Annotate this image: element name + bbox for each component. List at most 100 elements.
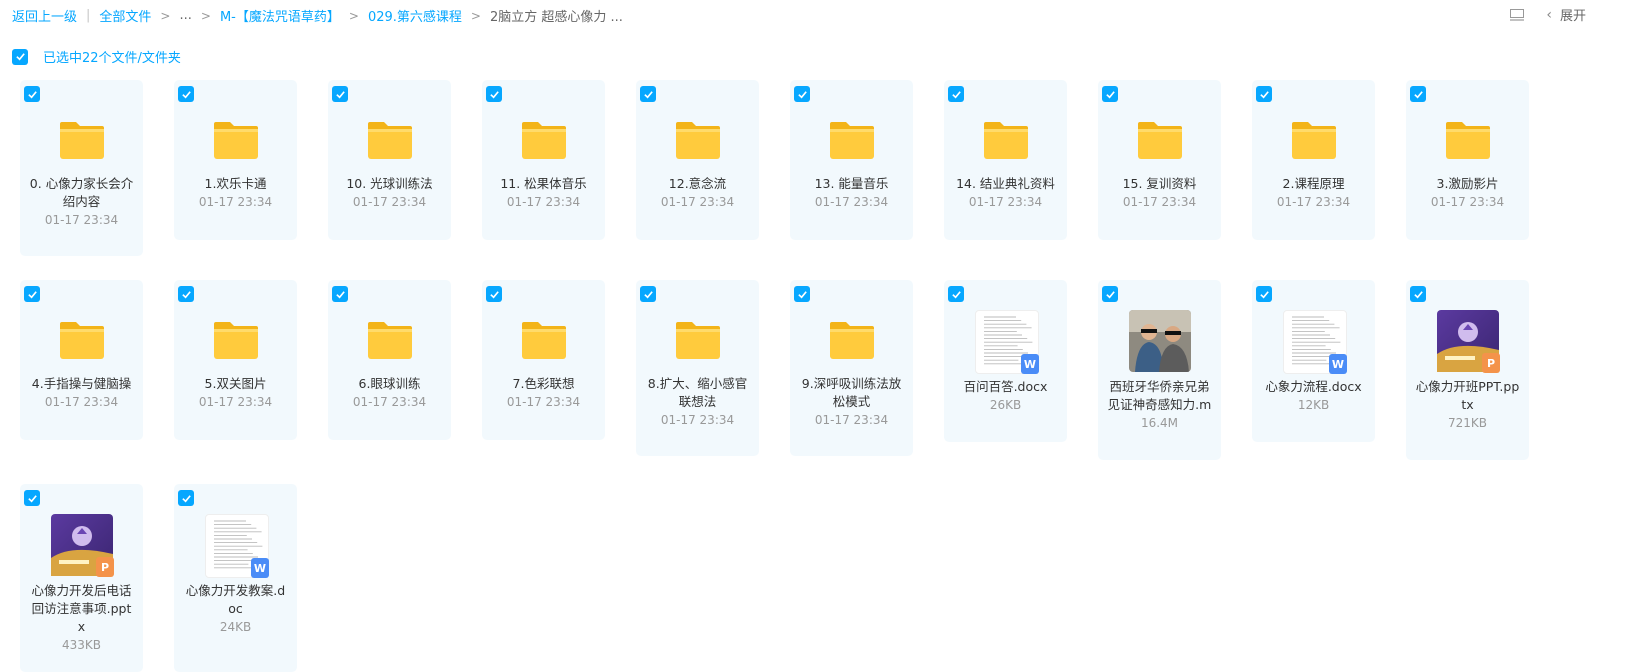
file-name[interactable]: 9.深呼吸训练法放松模式 xyxy=(798,375,905,411)
file-card[interactable]: 15. 复训资料 01-17 23:34 xyxy=(1098,80,1221,240)
file-card[interactable]: P 心像力开发后电话回访注意事项.pptx 433KB xyxy=(20,484,143,672)
item-checkbox[interactable] xyxy=(794,286,810,302)
item-checkbox[interactable] xyxy=(178,490,194,506)
file-meta: 721KB xyxy=(1447,416,1487,430)
item-checkbox[interactable] xyxy=(1410,86,1426,102)
file-card[interactable]: 12.意念流 01-17 23:34 xyxy=(636,80,759,240)
file-name[interactable]: 0. 心像力家长会介绍内容 xyxy=(28,175,135,211)
file-name[interactable]: 6.眼球训练 xyxy=(336,375,443,393)
file-card[interactable]: 8.扩大、缩小感官联想法 01-17 23:34 xyxy=(636,280,759,456)
item-checkbox[interactable] xyxy=(1410,286,1426,302)
file-name[interactable]: 12.意念流 xyxy=(644,175,751,193)
file-name[interactable]: 15. 复训资料 xyxy=(1106,175,1213,193)
list-view-icon[interactable] xyxy=(1510,8,1525,21)
breadcrumb-divider: | xyxy=(86,8,91,23)
file-name[interactable]: 西班牙华侨亲兄弟见证神奇感知力.m xyxy=(1106,378,1213,414)
item-checkbox[interactable] xyxy=(486,86,502,102)
file-card[interactable]: P 心像力开班PPT.pptx 721KB xyxy=(1406,280,1529,460)
item-checkbox[interactable] xyxy=(948,286,964,302)
item-checkbox[interactable] xyxy=(332,86,348,102)
document-thumbnail: W xyxy=(1283,310,1347,374)
item-checkbox[interactable] xyxy=(948,86,964,102)
file-card[interactable]: 10. 光球训练法 01-17 23:34 xyxy=(328,80,451,240)
folder-icon xyxy=(1446,122,1490,159)
word-file-icon: W xyxy=(251,558,269,578)
item-checkbox[interactable] xyxy=(1256,286,1272,302)
expand-button[interactable]: 展开 xyxy=(1560,5,1586,24)
file-name[interactable]: 百问百答.docx xyxy=(952,378,1059,396)
file-card[interactable]: 9.深呼吸训练法放松模式 01-17 23:34 xyxy=(790,280,913,456)
file-card[interactable]: W 心象力流程.docx 12KB xyxy=(1252,280,1375,442)
item-checkbox[interactable] xyxy=(1102,86,1118,102)
file-meta: 01-17 23:34 xyxy=(198,195,273,209)
file-name[interactable]: 11. 松果体音乐 xyxy=(490,175,597,193)
breadcrumb-item-1[interactable]: M-【魔法咒语草药】 xyxy=(220,6,340,25)
item-checkbox[interactable] xyxy=(640,86,656,102)
file-card[interactable]: 2.课程原理 01-17 23:34 xyxy=(1252,80,1375,240)
file-card[interactable]: 14. 结业典礼资料 01-17 23:34 xyxy=(944,80,1067,240)
item-checkbox[interactable] xyxy=(486,286,502,302)
top-bar: 返回上一级 | 全部文件 > ... > M-【魔法咒语草药】 > 029.第六… xyxy=(0,0,1630,30)
back-link[interactable]: 返回上一级 xyxy=(12,6,77,25)
folder-icon xyxy=(60,322,104,359)
file-name[interactable]: 心象力流程.docx xyxy=(1260,378,1367,396)
file-meta: 01-17 23:34 xyxy=(814,413,889,427)
file-name[interactable]: 5.双关图片 xyxy=(182,375,289,393)
powerpoint-file-icon: P xyxy=(96,557,114,577)
document-thumbnail: W xyxy=(975,310,1039,374)
file-card[interactable]: 1.欢乐卡通 01-17 23:34 xyxy=(174,80,297,240)
file-meta: 433KB xyxy=(61,638,101,652)
item-checkbox[interactable] xyxy=(1102,286,1118,302)
file-name[interactable]: 8.扩大、缩小感官联想法 xyxy=(644,375,751,411)
item-checkbox[interactable] xyxy=(178,86,194,102)
file-name[interactable]: 1.欢乐卡通 xyxy=(182,175,289,193)
item-checkbox[interactable] xyxy=(332,286,348,302)
folder-icon xyxy=(214,122,258,159)
file-name[interactable]: 2.课程原理 xyxy=(1260,175,1367,193)
file-meta: 16.4M xyxy=(1140,416,1179,430)
file-card[interactable]: W 百问百答.docx 26KB xyxy=(944,280,1067,442)
word-file-icon: W xyxy=(1329,354,1347,374)
folder-icon xyxy=(676,122,720,159)
breadcrumb: 返回上一级 | 全部文件 > ... > M-【魔法咒语草药】 > 029.第六… xyxy=(12,6,623,25)
file-name[interactable]: 10. 光球训练法 xyxy=(336,175,443,193)
file-card[interactable]: 11. 松果体音乐 01-17 23:34 xyxy=(482,80,605,240)
file-meta: 01-17 23:34 xyxy=(660,195,735,209)
file-meta: 01-17 23:34 xyxy=(352,195,427,209)
file-name[interactable]: 3.激励影片 xyxy=(1414,175,1521,193)
breadcrumb-ellipsis[interactable]: ... xyxy=(179,8,191,23)
file-name[interactable]: 4.手指操与健脑操 xyxy=(28,375,135,393)
file-card[interactable]: 3.激励影片 01-17 23:34 xyxy=(1406,80,1529,240)
file-name[interactable]: 14. 结业典礼资料 xyxy=(952,175,1059,193)
file-card[interactable]: 7.色彩联想 01-17 23:34 xyxy=(482,280,605,440)
select-all-checkbox[interactable] xyxy=(12,48,28,65)
toolbar-right: ‹ 展开 xyxy=(1510,5,1586,24)
file-card[interactable]: 西班牙华侨亲兄弟见证神奇感知力.m 16.4M xyxy=(1098,280,1221,460)
file-card[interactable]: W 心像力开发教案.doc 24KB xyxy=(174,484,297,672)
file-name[interactable]: 7.色彩联想 xyxy=(490,375,597,393)
file-card[interactable]: 6.眼球训练 01-17 23:34 xyxy=(328,280,451,440)
file-name[interactable]: 心像力开发后电话回访注意事项.pptx xyxy=(28,582,135,636)
item-checkbox[interactable] xyxy=(24,86,40,102)
file-card[interactable]: 0. 心像力家长会介绍内容 01-17 23:34 xyxy=(20,80,143,256)
folder-icon xyxy=(214,322,258,359)
file-card[interactable]: 5.双关图片 01-17 23:34 xyxy=(174,280,297,440)
file-card[interactable]: 13. 能量音乐 01-17 23:34 xyxy=(790,80,913,240)
breadcrumb-all-files[interactable]: 全部文件 xyxy=(99,6,151,25)
file-name[interactable]: 13. 能量音乐 xyxy=(798,175,905,193)
word-file-icon: W xyxy=(1021,354,1039,374)
item-checkbox[interactable] xyxy=(178,286,194,302)
file-name[interactable]: 心像力开发教案.doc xyxy=(182,582,289,618)
item-checkbox[interactable] xyxy=(794,86,810,102)
item-checkbox[interactable] xyxy=(24,286,40,302)
breadcrumb-item-2[interactable]: 029.第六感课程 xyxy=(368,6,462,25)
file-card[interactable]: 4.手指操与健脑操 01-17 23:34 xyxy=(20,280,143,440)
folder-icon xyxy=(830,322,874,359)
item-checkbox[interactable] xyxy=(640,286,656,302)
item-checkbox[interactable] xyxy=(24,490,40,506)
item-checkbox[interactable] xyxy=(1256,86,1272,102)
file-meta: 01-17 23:34 xyxy=(968,195,1043,209)
file-name[interactable]: 心像力开班PPT.pptx xyxy=(1414,378,1521,414)
chevron-left-icon[interactable]: ‹ xyxy=(1546,7,1552,23)
document-thumbnail: W xyxy=(205,514,269,578)
